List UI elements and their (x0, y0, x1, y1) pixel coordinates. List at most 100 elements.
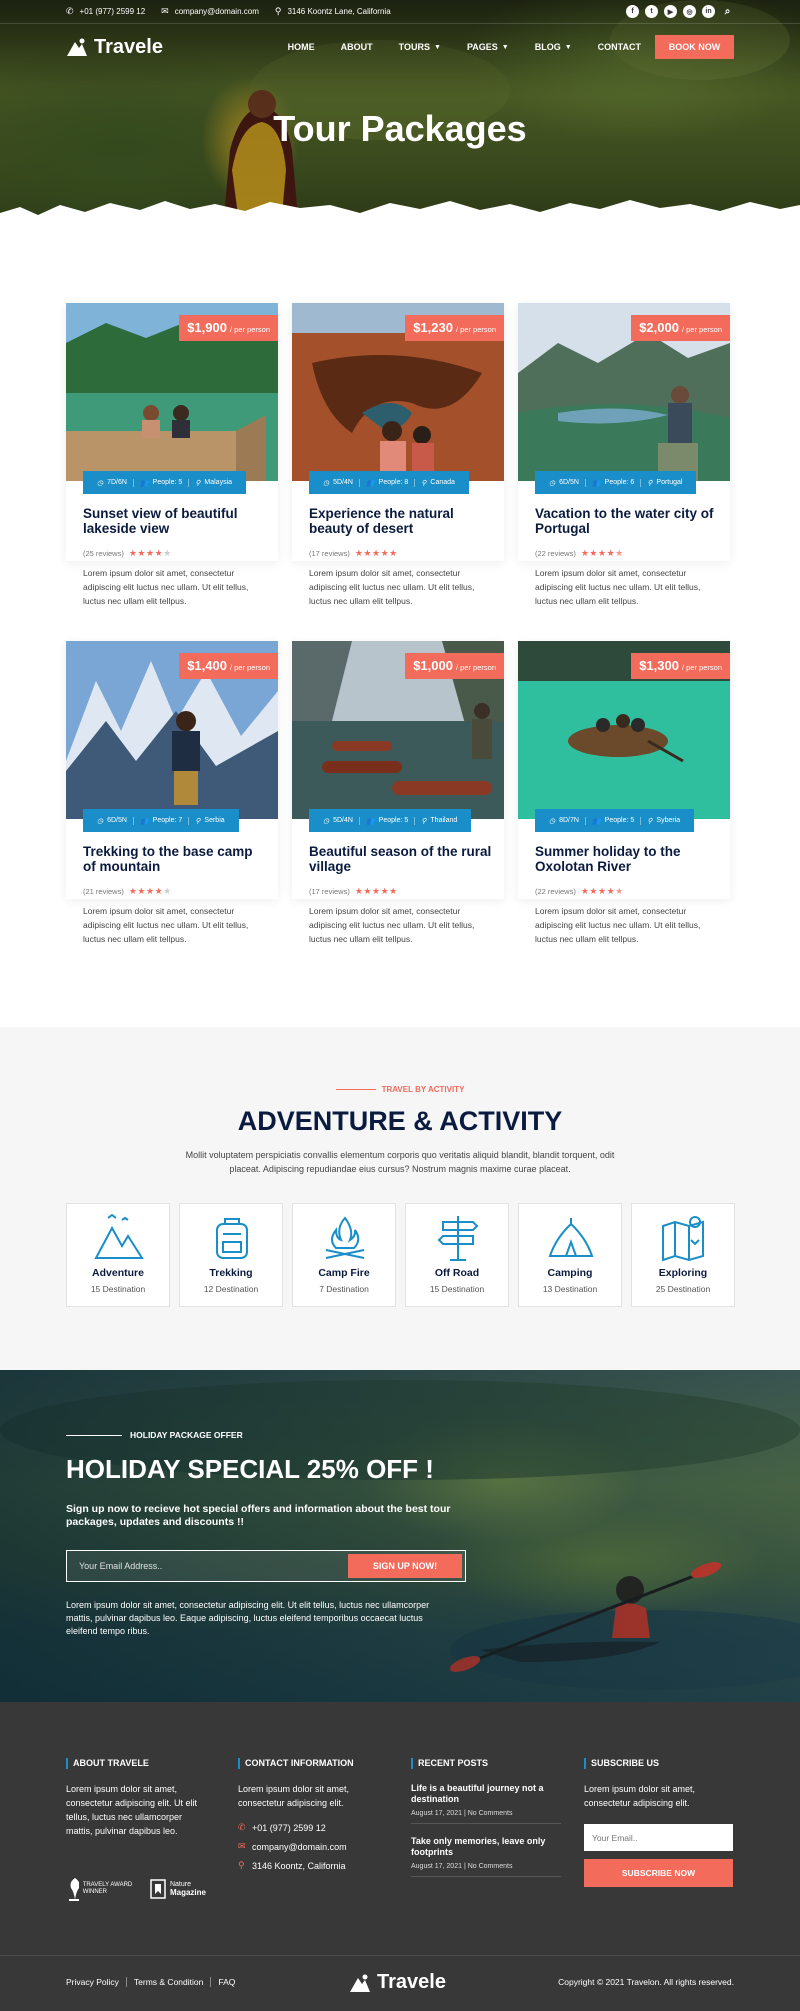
tour-description: Lorem ipsum dolor sit amet, consectetur … (83, 568, 249, 606)
footer-heading: CONTACT INFORMATION (238, 1758, 378, 1769)
topbar-phone[interactable]: ✆ +01 (977) 2599 12 (66, 6, 145, 17)
footer-logo[interactable]: Travele (349, 1971, 446, 1994)
rating-stars: ★★★★★ (129, 886, 172, 897)
topbar-email-text: company@domain.com (174, 7, 259, 16)
book-now-button[interactable]: BOOK NOW (655, 35, 734, 59)
star-filled-icon: ★ (363, 548, 372, 558)
clock-icon: ◷ (323, 479, 330, 487)
star-empty-icon: ★ (163, 548, 172, 558)
tour-meta: ◷ 7D/6N 👥 People: 5 ⚲ Malaysia (83, 471, 247, 494)
hero-banner: ✆ +01 (977) 2599 12 ✉ company@domain.com ⚲… (0, 0, 800, 245)
search-icon[interactable]: ⌕ (721, 5, 734, 18)
tour-title[interactable]: Trekking to the base camp of mountain (83, 844, 268, 874)
location-pin-icon: ⚲ (647, 479, 653, 487)
terms-link[interactable]: Terms & Condition (127, 1977, 212, 1987)
tour-people: 👥 People: 5 (586, 816, 642, 825)
people-text: People: 8 (378, 479, 409, 486)
topbar-address: ⚲ 3146 Koontz Lane, California (275, 6, 391, 17)
footer-about: ABOUT TRAVELE Lorem ipsum dolor sit amet… (66, 1758, 206, 1901)
tour-title[interactable]: Sunset view of beautiful lakeside view (83, 506, 268, 536)
award-text: TRAVELY AWARD WINNER (82, 1882, 133, 1895)
sign-up-button[interactable]: SIGN UP NOW! (348, 1554, 462, 1578)
tour-card[interactable]: $1,230/ per person ◷ 5D/4N 👥 People: 8 ⚲ Canad… (292, 303, 504, 606)
activity-off-road[interactable]: Off Road 15 Destination (405, 1203, 509, 1307)
nav-item-home[interactable]: HOME (288, 42, 315, 52)
footer-email[interactable]: ✉ company@domain.com (238, 1841, 378, 1852)
activity-trekking[interactable]: Trekking 12 Destination (179, 1203, 283, 1307)
tour-title[interactable]: Experience the natural beauty of desert (309, 506, 494, 536)
recent-post[interactable]: Life is a beautiful journey not a destin… (411, 1783, 561, 1824)
tour-card[interactable]: $2,000/ per person ◷ 6D/5N 👥 People: 6 ⚲ Portu… (518, 303, 730, 606)
duration-text: 8D/7N (559, 817, 579, 824)
people-text: People: 5 (378, 817, 409, 824)
facebook-icon[interactable]: f (626, 5, 639, 18)
email-address-input[interactable] (67, 1551, 351, 1581)
tour-description: Lorem ipsum dolor sit amet, consectetur … (309, 568, 475, 606)
subscribe-email-input[interactable] (584, 1824, 733, 1851)
activity-camp-fire[interactable]: Camp Fire 7 Destination (292, 1203, 396, 1307)
activity-adventure[interactable]: Adventure 15 Destination (66, 1203, 170, 1307)
nav-item-about[interactable]: ABOUT (341, 42, 373, 52)
footer-phone[interactable]: ✆ +01 (977) 2599 12 (238, 1822, 378, 1833)
price-badge: $1,900/ per person (179, 315, 278, 341)
post-meta: August 17, 2021 | No Comments (411, 1863, 513, 1870)
activity-name: Camping (547, 1267, 593, 1279)
people-icon: 👥 (365, 817, 375, 825)
nav-item-tours[interactable]: TOURS ▼ (399, 42, 441, 52)
instagram-icon[interactable]: ◎ (683, 5, 696, 18)
tour-card[interactable]: $1,400/ per person ◷ 6D/5N 👥 People: 7 ⚲ Serbi… (66, 641, 278, 944)
youtube-icon[interactable]: ▶ (664, 5, 677, 18)
nav-item-contact[interactable]: CONTACT (598, 42, 641, 52)
duration-text: 5D/4N (333, 817, 353, 824)
tour-location: ⚲ Malaysia (189, 479, 238, 487)
nav-item-pages[interactable]: PAGES ▼ (467, 42, 509, 52)
tour-card[interactable]: $1,900/ per person ◷ 7D/6N 👥 People: 5 ⚲ Malay… (66, 303, 278, 606)
tour-card[interactable]: $1,000/ per person ◷ 5D/4N 👥 People: 5 ⚲ Thail… (292, 641, 504, 944)
privacy-policy-link[interactable]: Privacy Policy (66, 1977, 127, 1987)
star-filled-icon: ★ (372, 548, 381, 558)
star-filled-icon: ★ (146, 548, 155, 558)
footer-address-text: 3146 Koontz, California (252, 1860, 346, 1871)
price-amount: $1,900 (187, 320, 227, 335)
subscribe-button[interactable]: SUBSCRIBE NOW (584, 1859, 733, 1887)
activity-count: 15 Destination (90, 1284, 146, 1294)
activity-camping[interactable]: Camping 13 Destination (518, 1203, 622, 1307)
people-text: People: 6 (604, 479, 635, 486)
tour-people: 👥 People: 6 (586, 478, 642, 487)
tour-description: Lorem ipsum dolor sit amet, consectetur … (535, 568, 701, 606)
phone-icon: ✆ (66, 6, 74, 16)
holiday-title: HOLIDAY SPECIAL 25% OFF ! (66, 1454, 434, 1484)
tour-rating: (17 reviews) ★★★★★ (309, 886, 398, 897)
bottom-bar: Privacy Policy Terms & Condition FAQ Tra… (0, 1955, 800, 2011)
topbar-email[interactable]: ✉ company@domain.com (161, 6, 259, 17)
tour-title[interactable]: Vacation to the water city of Portugal (535, 506, 720, 536)
nav-item-blog[interactable]: BLOG ▼ (535, 42, 572, 52)
twitter-icon[interactable]: t (645, 5, 658, 18)
logo-icon (350, 1974, 370, 1992)
star-filled-icon: ★ (372, 886, 381, 896)
tour-people: 👥 People: 7 (134, 816, 190, 825)
linkedin-icon[interactable]: in (702, 5, 715, 18)
review-count: (21 reviews) (83, 887, 124, 896)
nav-menu: HOME ABOUT TOURS ▼ PAGES ▼ BLOG ▼ CONTACT (275, 42, 654, 52)
review-count: (25 reviews) (83, 549, 124, 558)
faq-link[interactable]: FAQ (211, 1977, 242, 1987)
caret-down-icon: ▼ (564, 43, 572, 51)
site-logo[interactable]: Travele (66, 36, 163, 59)
tour-title[interactable]: Summer holiday to the Oxolotan River (535, 844, 720, 874)
price-badge: $1,400/ per person (179, 653, 278, 679)
tour-card[interactable]: $1,300/ per person ◷ 8D/7N 👥 People: 5 ⚲ Syber… (518, 641, 730, 944)
price-per: / per person (229, 325, 270, 334)
people-text: People: 5 (152, 479, 183, 486)
tour-title[interactable]: Beautiful season of the rural village (309, 844, 494, 874)
price-amount: $1,300 (639, 658, 679, 673)
location-text: Portugal (656, 479, 683, 486)
rating-stars: ★★★★★ (355, 886, 398, 897)
duration-text: 6D/5N (559, 479, 579, 486)
people-text: People: 7 (152, 817, 183, 824)
activity-exploring[interactable]: Exploring 25 Destination (631, 1203, 735, 1307)
clock-icon: ◷ (97, 479, 104, 487)
recent-post[interactable]: Take only memories, leave only footprint… (411, 1836, 561, 1877)
people-text: People: 5 (604, 817, 635, 824)
price-per: / per person (229, 663, 270, 672)
